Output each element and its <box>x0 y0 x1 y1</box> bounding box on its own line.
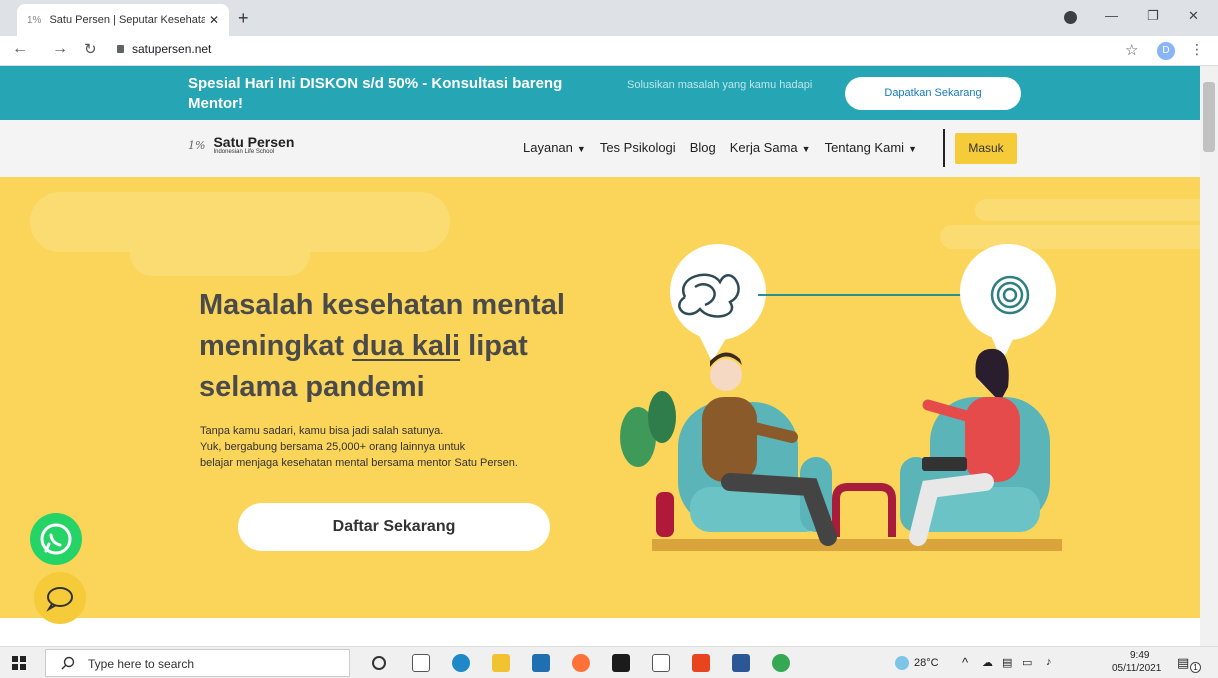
minimize-icon[interactable]: — <box>1105 8 1118 23</box>
plant <box>620 391 676 537</box>
word-icon[interactable] <box>732 654 750 672</box>
chat-button[interactable] <box>34 572 86 624</box>
notification-icon[interactable]: ▤ <box>1177 655 1189 671</box>
back-icon[interactable]: ← <box>12 40 28 58</box>
floor <box>652 539 1062 551</box>
profile-avatar[interactable]: D <box>1157 42 1175 60</box>
hero-title-line: Masalah kesehatan mental <box>199 289 565 321</box>
reload-icon[interactable]: ↻ <box>84 40 97 58</box>
clock-date[interactable]: 05/11/2021 <box>1112 663 1161 674</box>
menu-label: Layanan <box>523 140 573 155</box>
forward-icon[interactable]: → <box>52 40 68 58</box>
counseling-illustration <box>620 244 1062 551</box>
menu-item-layanan[interactable]: Layanan ▼ <box>523 140 586 155</box>
task-view-icon[interactable] <box>412 654 430 672</box>
onedrive-icon[interactable]: ☁ <box>982 656 993 669</box>
network-icon[interactable]: ▤ <box>1002 656 1012 669</box>
chat-bubble-icon <box>46 587 73 612</box>
menu-item-kerja-sama[interactable]: Kerja Sama ▼ <box>730 140 811 155</box>
chrome-icon[interactable] <box>772 654 790 672</box>
thought-bubble-spiral <box>960 244 1056 362</box>
logo-name: Satu Persen <box>213 134 295 150</box>
clock-time[interactable]: 9:49 <box>1130 650 1149 661</box>
file-explorer-icon[interactable] <box>492 654 510 672</box>
volume-icon[interactable]: ♪ <box>1046 656 1052 668</box>
address-bar[interactable]: satupersen.net <box>114 42 211 56</box>
tray-chevron-up-icon[interactable]: ^ <box>962 655 968 670</box>
amazon-icon[interactable] <box>652 654 670 672</box>
browser-menu-icon[interactable]: ⋮ <box>1190 41 1204 58</box>
scrollbar-thumb[interactable] <box>1203 82 1215 152</box>
bookmark-star-icon[interactable]: ☆ <box>1125 41 1138 59</box>
whatsapp-icon <box>40 523 72 555</box>
browser-tab[interactable]: 1% Satu Persen | Seputar Kesehatan ✕ <box>17 4 229 36</box>
browser-tab-strip: 1% Satu Persen | Seputar Kesehatan ✕ + —… <box>0 0 1218 36</box>
windows-taskbar: Type here to search 28°C ^ ☁ ▤ ▭ ♪ 9:49 … <box>0 646 1218 678</box>
site-logo[interactable]: 1% Satu Persen Indonesian Life School <box>188 135 294 156</box>
login-button[interactable]: Masuk <box>955 133 1017 164</box>
main-menu: Layanan ▼ Tes Psikologi Blog Kerja Sama ▼ … <box>523 140 917 155</box>
site-header: 1% Satu Persen Indonesian Life School La… <box>0 120 1200 177</box>
edge-icon[interactable] <box>452 654 470 672</box>
logo-tagline: Indonesian Life School <box>213 149 275 155</box>
dropbox-icon[interactable] <box>612 654 630 672</box>
menu-item-blog[interactable]: Blog <box>690 140 716 155</box>
hero-desc-line: Yuk, bergabung bersama 25,000+ orang lai… <box>200 441 466 453</box>
notification-badge: 1 <box>1190 662 1201 673</box>
thought-bubble-tangled <box>670 244 766 362</box>
hero-title-line: selama pandemi <box>199 371 425 403</box>
hero-bg-shape <box>130 232 310 276</box>
new-tab-icon[interactable]: + <box>238 8 249 29</box>
menu-divider <box>943 129 945 167</box>
caret-down-icon: ▼ <box>576 144 586 154</box>
url-text: satupersen.net <box>132 42 212 56</box>
caret-down-icon: ▼ <box>908 144 917 154</box>
promo-cta-button[interactable]: Dapatkan Sekarang <box>845 77 1021 110</box>
menu-label: Tentang Kami <box>824 140 905 155</box>
taskbar-search[interactable]: Type here to search <box>45 649 350 677</box>
weather-icon[interactable] <box>895 656 909 670</box>
battery-icon[interactable]: ▭ <box>1022 656 1032 669</box>
hero-desc-line: belajar menjaga kesehatan mental bersama… <box>200 457 518 469</box>
firefox-icon[interactable] <box>572 654 590 672</box>
close-window-icon[interactable]: ✕ <box>1188 8 1199 24</box>
promo-banner: Spesial Hari Ini DISKON s/d 50% - Konsul… <box>0 66 1200 120</box>
search-icon <box>61 656 75 670</box>
hero-title-part: meningkat <box>199 330 353 362</box>
tab-title: Satu Persen | Seputar Kesehatan <box>49 14 205 26</box>
site-favicon-icon: 1% <box>27 14 42 26</box>
hero-title: Masalah kesehatan mental meningkat dua k… <box>199 285 619 408</box>
hero-title-part: lipat <box>460 330 528 362</box>
register-button[interactable]: Daftar Sekarang <box>238 503 550 551</box>
close-tab-icon[interactable]: ✕ <box>209 13 219 27</box>
cortana-icon[interactable] <box>372 656 386 670</box>
caret-down-icon: ▼ <box>801 144 811 154</box>
mail-icon[interactable] <box>532 654 550 672</box>
browser-toolbar: ← → ↻ satupersen.net ☆ D ⋮ <box>0 36 1218 66</box>
hero-bg-shape <box>975 199 1200 221</box>
stool <box>832 483 896 537</box>
logo-mark: 1% <box>188 139 206 152</box>
search-placeholder: Type here to search <box>88 657 195 671</box>
browser-extension-icon[interactable] <box>1064 11 1077 24</box>
menu-label: Kerja Sama <box>729 140 798 155</box>
screen: 1% Satu Persen | Seputar Kesehatan ✕ + —… <box>0 0 1218 678</box>
promo-title: Spesial Hari Ini DISKON s/d 50% - Konsul… <box>188 75 563 112</box>
hero-title-emphasis: dua kali <box>352 330 461 362</box>
page-scrollbar[interactable] <box>1200 66 1218 646</box>
office-icon[interactable] <box>692 654 710 672</box>
hero-title-line: meningkat dua kali lipat <box>199 326 619 367</box>
hero-description: Tanpa kamu sadari, kamu bisa jadi salah … <box>200 423 600 471</box>
promo-subtitle: Solusikan masalah yang kamu hadapi <box>627 79 813 91</box>
hero-desc-line: Tanpa kamu sadari, kamu bisa jadi salah … <box>200 425 444 437</box>
hero-section: Masalah kesehatan mental meningkat dua k… <box>0 177 1200 618</box>
restore-icon[interactable]: ❐ <box>1147 8 1159 24</box>
windows-start-icon[interactable] <box>12 656 26 670</box>
menu-item-tentang-kami[interactable]: Tentang Kami ▼ <box>825 140 917 155</box>
menu-item-tes-psikologi[interactable]: Tes Psikologi <box>600 140 676 155</box>
temperature: 28°C <box>914 657 939 669</box>
whatsapp-button[interactable] <box>30 513 82 565</box>
